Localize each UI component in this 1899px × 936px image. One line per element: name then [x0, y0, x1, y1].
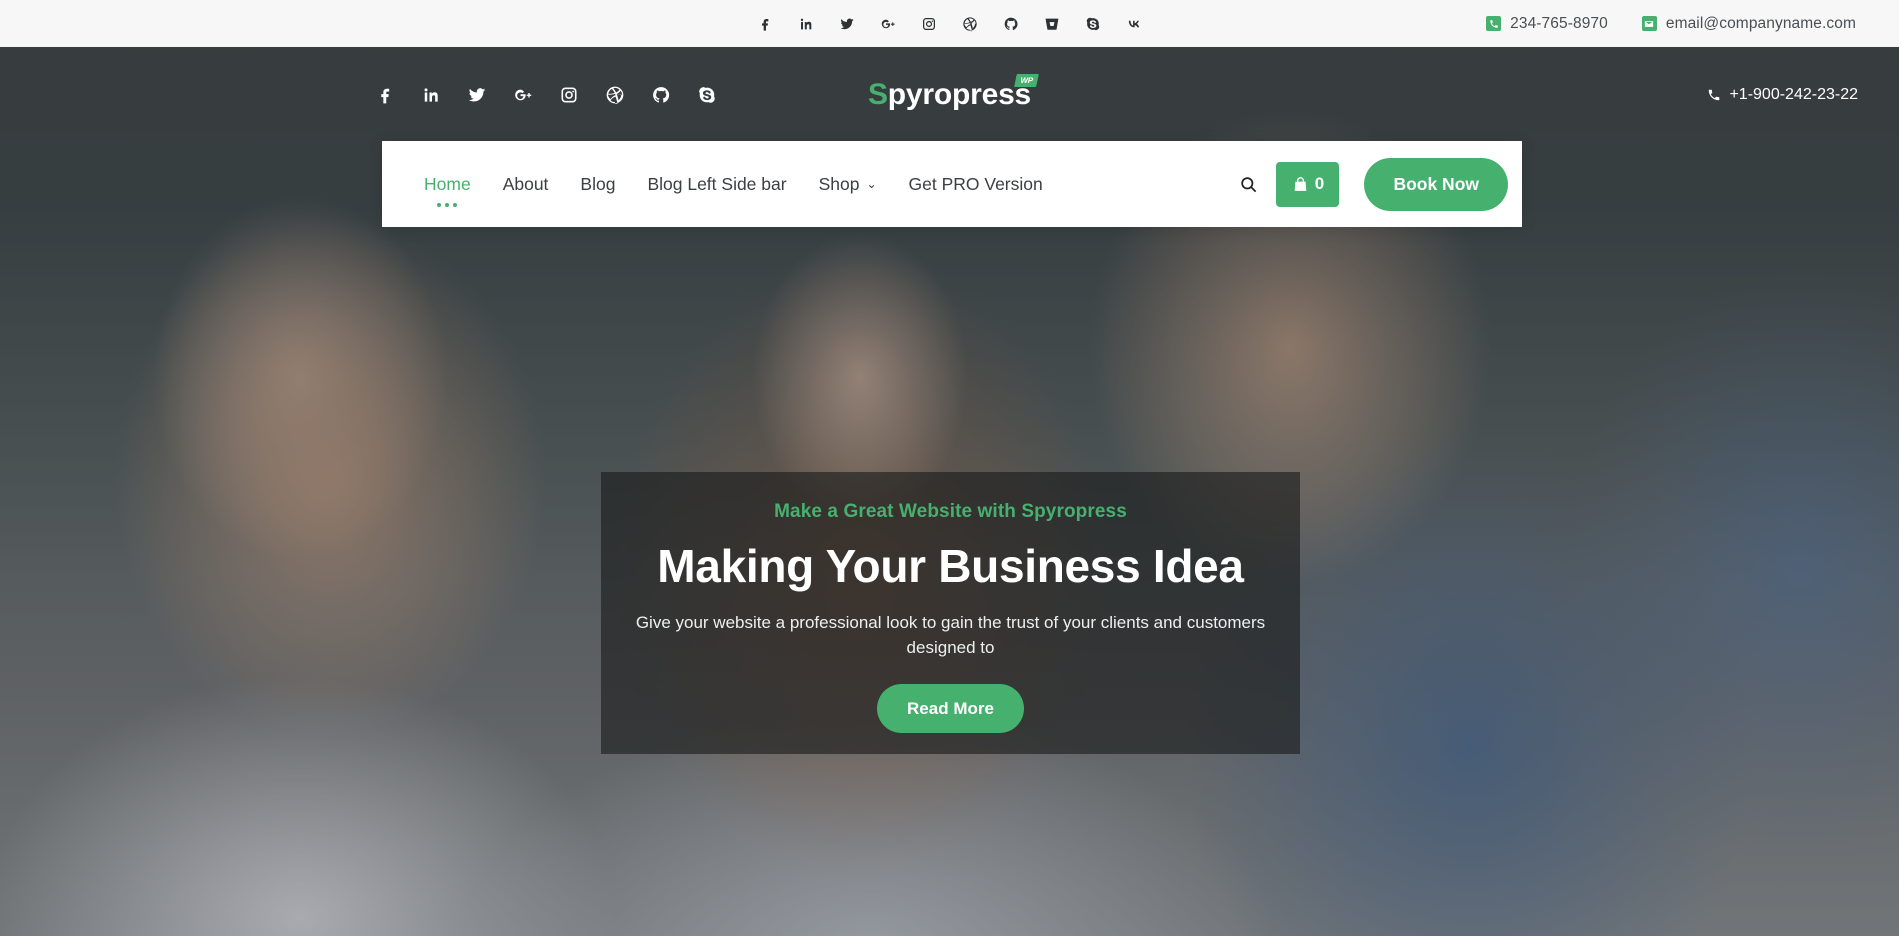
- header-phone-text: +1-900-242-23-22: [1729, 85, 1858, 103]
- hero-subtitle: Make a Great Website with Spyropress: [774, 501, 1127, 522]
- nav-label: Get PRO Version: [908, 173, 1043, 194]
- cart-button[interactable]: 0: [1276, 161, 1340, 207]
- envelope-icon: [1641, 16, 1657, 31]
- main-navigation-bar: Home About Blog Blog Left Side bar Shop …: [382, 141, 1522, 227]
- skype-icon[interactable]: [696, 84, 718, 106]
- logo-initial: S: [867, 77, 888, 111]
- logo-text: Spyropress WP: [867, 73, 1039, 112]
- chevron-down-icon: ⌄: [866, 177, 877, 191]
- site-header: Spyropress WP +1-900-242-23-22: [0, 47, 1899, 142]
- instagram-icon[interactable]: [920, 15, 938, 33]
- linkedin-icon[interactable]: [797, 15, 815, 33]
- google-plus-icon[interactable]: [879, 15, 897, 33]
- nav-label: About: [502, 173, 549, 194]
- top-bar-phone-text: 234-765-8970: [1510, 14, 1608, 32]
- main-menu: Home About Blog Blog Left Side bar Shop …: [408, 141, 1059, 227]
- twitter-icon[interactable]: [838, 15, 856, 33]
- cart-count: 0: [1314, 174, 1325, 193]
- nav-label: Blog Left Side bar: [647, 173, 787, 194]
- linkedin-icon[interactable]: [420, 84, 442, 106]
- hero-description: Give your website a professional look to…: [635, 612, 1266, 658]
- top-bar-contact: 234-765-8970 email@companyname.com: [1486, 0, 1856, 47]
- top-bar-phone[interactable]: 234-765-8970: [1486, 15, 1608, 33]
- github-icon[interactable]: [1002, 15, 1020, 33]
- dribbble-icon[interactable]: [961, 15, 979, 33]
- facebook-icon[interactable]: [374, 84, 396, 106]
- nav-item-about[interactable]: About: [487, 141, 565, 227]
- instagram-icon[interactable]: [558, 84, 580, 106]
- nav-item-home[interactable]: Home: [408, 141, 487, 227]
- header-social-links: [374, 47, 718, 142]
- vk-icon[interactable]: [1125, 15, 1143, 33]
- nav-label: Shop: [818, 173, 860, 194]
- read-more-button[interactable]: Read More: [877, 684, 1024, 734]
- active-indicator-dots: [437, 203, 458, 207]
- dribbble-icon[interactable]: [604, 84, 626, 106]
- hero-title: Making Your Business Idea: [657, 540, 1244, 592]
- github-icon[interactable]: [650, 84, 672, 106]
- nav-label: Home: [424, 173, 471, 194]
- hero-section: Spyropress WP +1-900-242-23-22 Home Abou…: [0, 47, 1899, 936]
- top-bar-email[interactable]: email@companyname.com: [1641, 14, 1856, 33]
- nav-item-shop[interactable]: Shop ⌄: [803, 141, 893, 227]
- twitter-icon[interactable]: [466, 84, 488, 106]
- google-plus-icon[interactable]: [512, 84, 534, 106]
- nav-item-get-pro-version[interactable]: Get PRO Version: [893, 141, 1059, 227]
- phone-icon: [1486, 16, 1502, 31]
- top-bar: 234-765-8970 email@companyname.com: [0, 0, 1899, 47]
- bitbucket-icon[interactable]: [1043, 15, 1061, 33]
- nav-item-blog-left-side-bar[interactable]: Blog Left Side bar: [631, 141, 802, 227]
- nav-label: Blog: [580, 173, 616, 194]
- nav-item-blog[interactable]: Blog: [564, 141, 631, 227]
- hero-content-box: Make a Great Website with Spyropress Mak…: [601, 472, 1300, 754]
- shopping-bag-icon: [1294, 176, 1307, 191]
- book-now-button[interactable]: Book Now: [1364, 157, 1508, 211]
- logo-wp-badge: WP: [1014, 73, 1039, 87]
- nav-actions: 0 Book Now: [1224, 141, 1508, 227]
- top-bar-email-text: email@companyname.com: [1665, 14, 1856, 32]
- facebook-icon[interactable]: [756, 15, 774, 33]
- phone-icon: [1709, 89, 1720, 100]
- search-button[interactable]: [1224, 141, 1272, 227]
- skype-icon[interactable]: [1084, 15, 1102, 33]
- search-icon: [1241, 176, 1257, 192]
- site-logo[interactable]: Spyropress WP: [867, 47, 1039, 142]
- logo-name: pyropress: [887, 77, 1032, 111]
- header-phone[interactable]: +1-900-242-23-22: [1707, 47, 1858, 142]
